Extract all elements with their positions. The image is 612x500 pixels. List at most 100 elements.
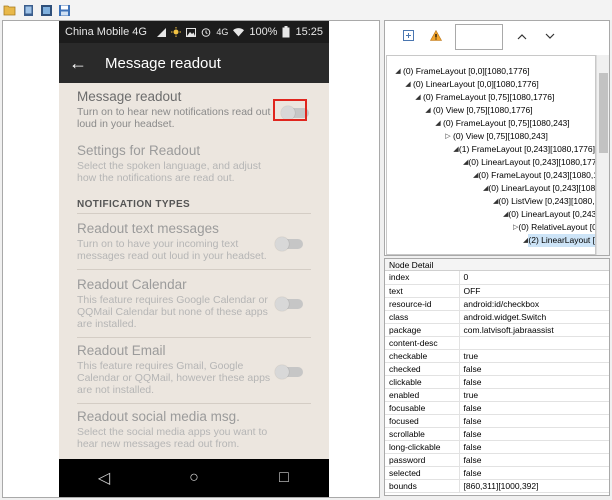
detail-row[interactable]: focused false [385,414,609,428]
setting-title: Message readout [77,89,182,104]
detail-row[interactable]: password false [385,453,609,467]
compressed-screenshot-icon[interactable] [39,3,53,17]
tree-node-label: (0) LinearLayout [0,243][1080,1776] [468,157,596,167]
battery-icon [282,26,290,38]
setting-description: This feature requires Google Calendar or… [77,294,268,330]
tree-node-label: (2) LinearLayout [0,243][1080,1776] [528,234,595,247]
detail-key: password [385,453,460,467]
setting-row-settings-for-readout[interactable]: Settings for Readout Select the spoken l… [59,143,329,193]
tree-node[interactable]: ◢ (0) FrameLayout [0,75][1080,1776] [387,91,595,104]
setting-title: Readout text messages [77,221,219,236]
row-divider [77,337,311,338]
setting-title: Readout Email [77,343,166,358]
section-divider [77,213,311,214]
detail-value: false [459,453,609,467]
detail-key: text [385,284,460,298]
tree-node[interactable]: ◢(0) LinearLayout [0,243][1080,1776] [387,182,595,195]
detail-key: long-clickable [385,440,460,454]
detail-row[interactable]: enabled true [385,388,609,402]
detail-row[interactable]: selected false [385,466,609,480]
expanded-arrow-icon[interactable]: ◢ [433,117,443,130]
detail-row[interactable]: scrollable false [385,427,609,441]
calendar-switch[interactable] [275,297,303,311]
tree-node[interactable]: ◢(0) FrameLayout [0,243][1080,1776] [387,169,595,182]
row-divider [77,269,311,270]
wifi-icon [233,27,245,36]
chevron-down-icon[interactable] [541,31,559,43]
tree-node-label: (0) ListView [0,243][1080,1776] [498,196,595,206]
detail-row[interactable]: bounds [860,311][1000,392] [385,479,609,493]
app-bar: ← Message readout [59,43,329,83]
detail-key: focused [385,414,460,428]
chevron-up-icon[interactable] [513,31,531,43]
warning-icon[interactable] [427,29,445,44]
detail-row[interactable]: text OFF [385,284,609,298]
node-detail-table: index 0 text OFF resource-id android:id/check… [385,271,609,493]
tree-node[interactable]: ◢(0) ListView [0,243][1080,1776] [387,195,595,208]
tree-node-label: (1) FrameLayout [0,243][1080,1776] [458,144,595,154]
tree-scrollbar[interactable] [596,55,609,255]
collapsed-arrow-icon[interactable]: ▷ [443,130,453,143]
nav-back-icon[interactable]: ◁ [89,468,119,488]
setting-row-readout-text-messages[interactable]: Readout text messages Turn on to have yo… [59,221,329,283]
hierarchy-toolbar [385,21,609,53]
screenshot-pane: China Mobile 4G 4G 100% 15:25 ← Message … [2,20,380,498]
tree-node[interactable]: ▷ (0) View [0,75][1080,243] [387,130,595,143]
tree-node[interactable]: ▷(0) RelativeLayout [0,243][1080,1776] [387,221,595,234]
page-title: Message readout [105,54,221,72]
signal-icon [157,27,167,37]
setting-row-readout-social-media[interactable]: Readout social media msg. Select the soc… [59,409,329,459]
email-switch[interactable] [275,365,303,379]
detail-row[interactable]: checked false [385,362,609,376]
detail-row[interactable]: long-clickable false [385,440,609,454]
expand-all-icon[interactable] [399,30,417,44]
detail-key: checked [385,362,460,376]
detail-key: class [385,310,460,324]
detail-row[interactable]: class android.widget.Switch [385,310,609,324]
detail-row[interactable]: resource-id android:id/checkbox [385,297,609,311]
nav-home-icon[interactable]: ○ [179,469,209,487]
device-screenshot-icon[interactable] [21,3,35,17]
detail-row[interactable]: index 0 [385,271,609,285]
tree-node[interactable]: ◢ (0) FrameLayout [0,0][1080,1776] [387,65,595,78]
row-divider [77,403,311,404]
setting-row-readout-calendar[interactable]: Readout Calendar This feature requires G… [59,277,329,339]
expanded-arrow-icon[interactable]: ◢ [413,91,423,104]
tree-node[interactable]: ◢(2) LinearLayout [0,243][1080,1776] [387,234,595,247]
back-arrow-icon[interactable]: ← [69,53,99,74]
nav-recents-icon[interactable]: □ [269,469,299,487]
device-screen: China Mobile 4G 4G 100% 15:25 ← Message … [59,21,329,497]
detail-key: package [385,323,460,337]
detail-value: [860,311][1000,392] [459,479,609,493]
battery-label: 100% [249,26,278,38]
detail-row[interactable]: package com.latvisoft.jabraassist [385,323,609,337]
setting-description: Turn on to have your incoming text messa… [77,238,267,262]
scrollbar-thumb[interactable] [599,73,608,153]
tree-node[interactable]: ◢ (0) LinearLayout [0,0][1080,1776] [387,78,595,91]
tree-node[interactable]: ◢ (0) View [0,75][1080,1776] [387,104,595,117]
tree-node[interactable]: ◢ (1) FrameLayout [0,243][1080,1776] [387,143,595,156]
search-input[interactable] [455,24,503,50]
expanded-arrow-icon[interactable]: ◢ [403,78,413,91]
expanded-arrow-icon[interactable]: ◢ [423,104,433,117]
clock-label: 15:25 [295,26,323,38]
detail-row[interactable]: clickable false [385,375,609,389]
brightness-icon [171,27,182,37]
expanded-arrow-icon[interactable]: ◢ [393,65,403,78]
tree-node[interactable]: ◢(0) LinearLayout [0,243][1080,1776] [387,208,595,221]
setting-row-readout-email[interactable]: Readout Email This feature requires Gmai… [59,343,329,405]
tree-node[interactable]: ◢(0) LinearLayout [0,243][1080,1776] [387,156,595,169]
setting-title: Readout social media msg. [77,409,240,424]
tree-node[interactable]: ◢ (0) FrameLayout [0,75][1080,243] [387,117,595,130]
detail-row[interactable]: focusable false [385,401,609,415]
setting-title: Settings for Readout [77,143,201,158]
open-icon[interactable] [3,3,17,17]
text-messages-switch[interactable] [275,237,303,251]
detail-key: resource-id [385,297,460,311]
detail-row[interactable]: checkable true [385,349,609,363]
detail-key: content-desc [385,336,460,350]
save-icon[interactable] [57,3,71,17]
detail-value: 0 [459,271,609,285]
photo-icon [186,27,197,37]
detail-row[interactable]: content-desc [385,336,609,350]
